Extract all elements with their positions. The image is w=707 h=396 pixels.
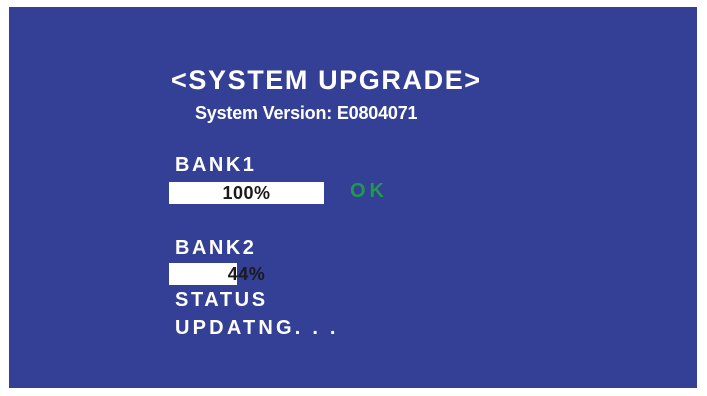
bank2-label: BANK2 <box>175 237 257 259</box>
status-value: UPDATNG. . . <box>175 317 339 339</box>
bank2-progress-text: 44% <box>227 264 266 284</box>
bank1-ok-status: OK <box>350 180 388 202</box>
status-label: STATUS <box>175 289 268 311</box>
system-version: System Version: E0804071 <box>195 103 418 123</box>
screen-title: <SYSTEM UPGRADE> <box>171 65 482 95</box>
upgrade-screen: <SYSTEM UPGRADE> System Version: E080407… <box>9 7 697 388</box>
bank1-progress-text: 100% <box>222 183 271 203</box>
bank1-progress-bar: 100% <box>169 182 324 204</box>
bank1-label: BANK1 <box>175 154 257 176</box>
bank2-progress-bar: 44% <box>169 263 324 285</box>
